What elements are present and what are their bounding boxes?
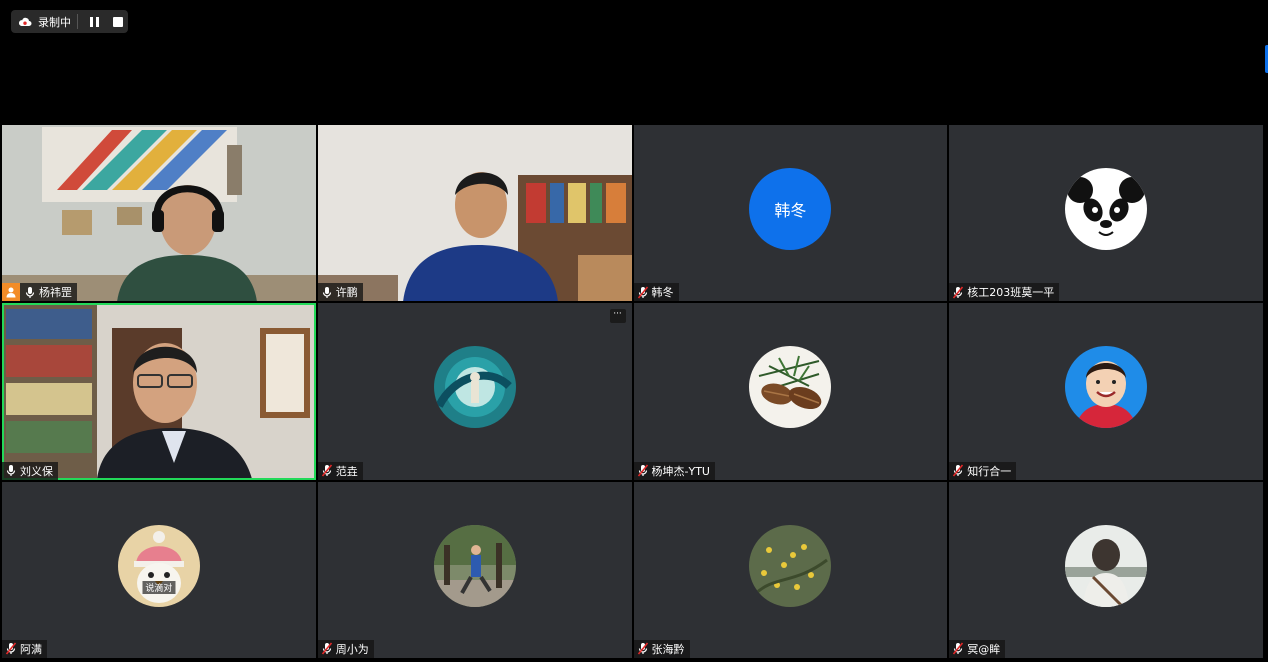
participant-name: 张海黔: [651, 642, 685, 656]
avatar: [433, 346, 516, 429]
mic-muted-icon: [637, 286, 649, 299]
avatar: [1065, 524, 1148, 607]
avatar: [749, 346, 832, 429]
participant-name: 冥@眸: [967, 642, 1001, 656]
participant-name: 刘义保: [20, 464, 53, 478]
back-view-avatar-icon: [1065, 524, 1148, 607]
participant-video: [2, 125, 316, 302]
participant-name: 韩冬: [651, 286, 674, 300]
participant-name: 范垚: [335, 464, 358, 478]
participant-name: 周小为: [335, 642, 369, 656]
penguin-avatar-icon: [117, 524, 200, 607]
participant-name-tag: 杨坤杰-YTU: [633, 461, 715, 480]
gallery-view: 杨祎罡 许鹏 韩冬 韩冬 核工203班莫一平 刘义保 ··· 范垚 杨坤杰-YT…: [2, 125, 1263, 658]
participant-name: 知行合一: [967, 464, 1012, 478]
mic-muted-icon: [637, 464, 649, 477]
participant-name-tag: 范垚: [317, 461, 363, 480]
participant-name-tag: 核工203班莫一平: [949, 283, 1060, 302]
mic-muted-icon: [637, 642, 649, 655]
participant-tile-active-speaker[interactable]: 刘义保: [2, 303, 316, 480]
participant-video: [317, 125, 632, 302]
more-options-button[interactable]: ···: [609, 309, 626, 324]
panda-avatar-icon: [1065, 168, 1148, 251]
participant-name-tag: 周小为: [317, 639, 374, 658]
participant-tile[interactable]: 周小为: [317, 481, 632, 658]
participant-tile[interactable]: 核工203班莫一平: [949, 125, 1263, 302]
participant-name: 杨祎罡: [39, 286, 72, 300]
participant-tile[interactable]: ··· 范垚: [317, 303, 632, 480]
divider: [77, 14, 78, 29]
participant-name: 许鹏: [335, 286, 358, 300]
participant-name-tag: 冥@眸: [949, 639, 1006, 658]
participant-tile[interactable]: 张海黔: [633, 481, 948, 658]
recording-label: 录制中: [38, 15, 71, 29]
avatar: 韩冬: [749, 168, 832, 251]
avatar-caption: 说滴对: [142, 580, 176, 594]
wave-avatar-icon: [433, 346, 516, 429]
participant-name-tag: 张海黔: [633, 639, 690, 658]
participant-video: [2, 303, 316, 480]
participant-tile[interactable]: 说滴对 阿满: [2, 481, 316, 658]
mic-muted-icon: [321, 642, 333, 655]
mic-icon: [24, 286, 36, 299]
participant-tile[interactable]: 杨祎罡: [2, 125, 316, 302]
participant-name: 阿满: [20, 642, 42, 656]
participant-tile[interactable]: 知行合一: [949, 303, 1263, 480]
participant-tile[interactable]: 杨坤杰-YTU: [633, 303, 948, 480]
mic-muted-icon: [5, 642, 17, 655]
avatar: [433, 524, 516, 607]
host-icon: [2, 283, 20, 302]
mic-muted-icon: [321, 464, 333, 477]
mic-icon: [321, 286, 333, 299]
participant-tile[interactable]: 韩冬 韩冬: [633, 125, 948, 302]
participant-tile[interactable]: 许鹏: [317, 125, 632, 302]
participant-name-tag: 刘义保: [2, 461, 58, 480]
participant-name: 核工203班莫一平: [967, 286, 1055, 300]
participant-name-tag: 知行合一: [949, 461, 1017, 480]
pause-icon: [88, 12, 100, 31]
avatar: [749, 524, 832, 607]
participant-name-tag: 杨祎罡: [2, 283, 77, 302]
pause-recording-button[interactable]: [86, 14, 102, 30]
child-photo-avatar-icon: [1065, 346, 1148, 429]
mic-muted-icon: [952, 642, 964, 655]
mic-muted-icon: [952, 464, 964, 477]
park-photo-avatar-icon: [433, 524, 516, 607]
participant-tile[interactable]: 冥@眸: [949, 481, 1263, 658]
cloud-record-icon: [18, 15, 32, 29]
flowers-avatar-icon: [749, 524, 832, 607]
pinecone-avatar-icon: [749, 346, 832, 429]
participant-name-tag: 阿满: [2, 639, 47, 658]
recording-indicator: 录制中: [11, 10, 128, 33]
participant-name-tag: 韩冬: [633, 283, 679, 302]
avatar: [1065, 168, 1148, 251]
mic-muted-icon: [952, 286, 964, 299]
mic-icon: [5, 464, 17, 477]
stop-icon: [113, 16, 123, 27]
participant-name: 杨坤杰-YTU: [651, 464, 710, 478]
stop-recording-button[interactable]: [110, 14, 126, 30]
participant-name-tag: 许鹏: [317, 283, 363, 302]
avatar: 说滴对: [117, 524, 200, 607]
avatar: [1065, 346, 1148, 429]
